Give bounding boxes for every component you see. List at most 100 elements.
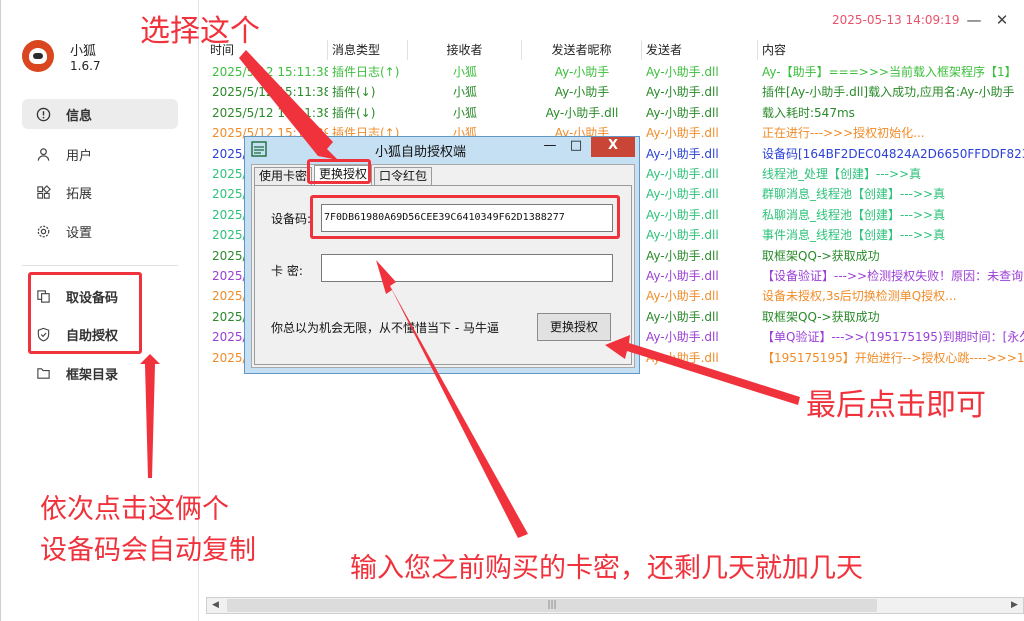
app-name: 小狐 xyxy=(70,44,97,59)
shield-icon xyxy=(34,325,52,343)
table-cell: 【单Q验证】--->>(195175195)到期时间：[永久授 xyxy=(762,330,1024,345)
tab-use-card[interactable]: 使用卡密 xyxy=(254,167,313,186)
table-cell: 2025/5/12 15:11:38 xyxy=(212,105,328,120)
log-table-header: 时间 消息类型 接收者 发送者昵称 发送者 内容 xyxy=(206,40,1024,60)
table-cell: Ay-小助手.dll xyxy=(646,207,719,222)
table-cell: Ay-小助手.dll xyxy=(646,167,719,181)
table-cell: 【195175195】开始进行-->授权心跳---->>>12 xyxy=(762,350,1024,365)
table-cell: Ay-小助手.dll xyxy=(646,126,719,141)
device-code-label: 设备码: xyxy=(271,212,312,226)
table-row[interactable]: 2025/5/12 15:11:38 插件(↓) 小狐 Ay-小助手.dll Ay-小助… xyxy=(206,103,1024,123)
horizontal-scrollbar[interactable]: ◀ ||| ▶ xyxy=(206,597,1024,614)
table-cell: Ay-小助手.dll xyxy=(646,309,719,324)
fox-logo-icon xyxy=(22,40,54,72)
minimize-button[interactable]: — xyxy=(964,10,984,30)
dialog-titlebar[interactable]: 小狐自助授权端 — □ X xyxy=(245,137,639,161)
table-cell: 小狐 xyxy=(452,65,477,79)
user-icon xyxy=(34,145,52,163)
header-timestamp: 2025-05-13 14:09:19 xyxy=(832,13,960,27)
column-header-sender-nick[interactable]: 发送者昵称 xyxy=(522,40,642,60)
table-cell: 私聊消息_线程池【创建】--->>真 xyxy=(762,207,946,222)
sidebar-item-label: 信息 xyxy=(66,108,93,124)
dialog-minimize-button[interactable]: — xyxy=(537,137,563,157)
table-cell: 设备未授权,3s后切换检测单Q授权... xyxy=(762,289,957,304)
table-cell: 设备码[164BF2DEC04824A2D6650FFDDF823D5 xyxy=(762,146,1024,161)
table-cell: Ay-小助手.dll xyxy=(646,85,719,100)
grid-icon xyxy=(34,183,52,201)
table-cell: 小狐 xyxy=(452,85,477,100)
column-header-sender[interactable]: 发送者 xyxy=(642,40,758,60)
column-header-receiver[interactable]: 接收者 xyxy=(408,40,522,60)
table-cell: Ay-【助手】===>>>当前载入框架程序【1】 xyxy=(762,65,1017,79)
tab-panel-change-auth: 设备码: 7F0DB61980A69D56CEE39C6410349F62D13… xyxy=(254,185,632,365)
table-cell: Ay-小助手.dll xyxy=(646,105,719,120)
table-cell: 插件[Ay-小助手.dll]载入成功,应用名:Ay-小助手 xyxy=(762,85,1015,100)
table-cell: 取框架QQ->获取成功 xyxy=(762,309,880,324)
app-version: 1.6.7 xyxy=(70,59,101,73)
sidebar-item-extensions[interactable]: 拓展 xyxy=(22,177,178,207)
table-cell: Ay-小助手.dll xyxy=(646,289,719,304)
table-cell: Ay-小助手.dll xyxy=(646,330,719,345)
table-row[interactable]: 2025/5/12 15:11:38 插件日志(↑) 小狐 Ay-小助手 Ay-小助手.… xyxy=(206,62,1024,82)
dialog-maximize-button[interactable]: □ xyxy=(563,137,589,157)
table-cell: 插件日志(↑) xyxy=(332,65,400,79)
app-window-icon xyxy=(251,141,267,157)
tab-red-packet[interactable]: 口令红包 xyxy=(374,167,433,186)
table-cell: 2025/5/12 15:11:38 xyxy=(212,65,328,79)
column-header-type[interactable]: 消息类型 xyxy=(328,40,408,60)
sidebar-item-label: 取设备码 xyxy=(66,290,119,306)
annotation-click-last: 最后点击即可 xyxy=(806,388,986,423)
table-cell: 插件(↓) xyxy=(332,85,376,100)
table-cell: 插件(↓) xyxy=(332,105,376,120)
table-cell: 线程池_处理【创建】--->>真 xyxy=(762,167,922,181)
dialog-close-button[interactable]: X xyxy=(591,137,635,157)
close-button[interactable]: ✕ xyxy=(992,10,1012,30)
sidebar-item-settings[interactable]: 设置 xyxy=(22,216,178,246)
table-cell: Ay-小助手.dll xyxy=(646,248,719,263)
gear-icon xyxy=(34,222,52,240)
annotation-select-this: 选择这个 xyxy=(140,14,260,49)
card-label: 卡 密: xyxy=(271,264,303,278)
scroll-right-icon[interactable]: ▶ xyxy=(1006,598,1023,613)
sidebar-item-label: 框架目录 xyxy=(66,367,119,383)
table-cell: 小狐 xyxy=(452,105,477,120)
scroll-left-icon[interactable]: ◀ xyxy=(207,598,224,613)
sidebar-divider xyxy=(22,265,178,266)
table-cell: Ay-小助手.dll xyxy=(646,350,719,365)
table-cell: 取框架QQ->获取成功 xyxy=(762,248,880,263)
sidebar-item-user[interactable]: 用户 xyxy=(22,139,178,169)
table-cell: 群聊消息_线程池【创建】--->>真 xyxy=(762,187,946,202)
folder-icon xyxy=(34,364,52,382)
table-cell: Ay-小助手 xyxy=(554,65,610,79)
table-cell: Ay-小助手.dll xyxy=(646,269,719,283)
table-cell: Ay-小助手.dll xyxy=(646,65,719,79)
annotation-click-two: 依次点击这俩个 xyxy=(40,494,229,525)
table-cell: Ay-小助手.dll xyxy=(646,228,719,243)
table-row[interactable]: 2025/5/12 15:11:38 插件(↓) 小狐 Ay-小助手 Ay-小助手.dl… xyxy=(206,82,1024,102)
annotation-auto-copy: 设备码会自动复制 xyxy=(40,535,256,566)
dialog-title: 小狐自助授权端 xyxy=(375,145,467,160)
scroll-thumb[interactable]: ||| xyxy=(227,599,877,612)
change-auth-button[interactable]: 更换授权 xyxy=(537,313,611,341)
column-header-content[interactable]: 内容 xyxy=(758,40,1024,60)
table-cell: Ay-小助手.dll xyxy=(646,187,719,202)
sidebar-item-self-auth[interactable]: 自助授权 xyxy=(22,319,178,349)
sidebar-item-label: 拓展 xyxy=(66,186,93,202)
sidebar-item-label: 设置 xyxy=(66,225,93,241)
annotation-enter-card: 输入您之前购买的卡密，还剩几天就加几天 xyxy=(350,553,863,584)
table-cell: 事件消息_线程池【创建】--->>真 xyxy=(762,228,946,243)
table-cell: 2025/5/12 15:11:38 xyxy=(212,85,328,100)
card-key-field[interactable] xyxy=(321,254,613,282)
tab-change-auth[interactable]: 更换授权 xyxy=(314,165,373,186)
table-cell: Ay-小助手 xyxy=(554,85,610,100)
table-cell: 【设备验证】--->>检测授权失败！原因：未查询到 xyxy=(762,269,1024,283)
table-cell: 载入耗时:547ms xyxy=(762,105,855,120)
sidebar-item-framework-dir[interactable]: 框架目录 xyxy=(22,358,178,388)
dialog-quote: 你总以为机会无限，从不懂惜当下 - 马牛逼 xyxy=(271,321,499,335)
sidebar-item-get-device-code[interactable]: 取设备码 xyxy=(22,281,178,311)
sidebar-item-label: 用户 xyxy=(66,148,93,164)
sidebar-item-info[interactable]: 信息 xyxy=(22,99,178,129)
table-cell: Ay-小助手.dll xyxy=(646,146,719,161)
device-code-field[interactable]: 7F0DB61980A69D56CEE39C6410349F62D1388277 xyxy=(321,204,613,232)
table-cell: 正在进行--->>>授权初始化... xyxy=(762,126,925,141)
